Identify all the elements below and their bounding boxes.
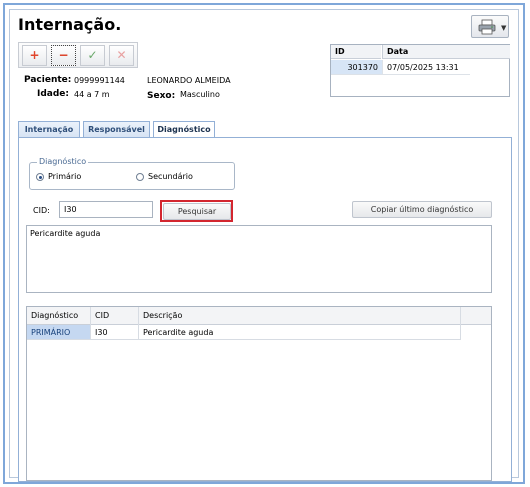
patient-id: 0999991144 [74, 76, 125, 85]
confirm-button[interactable]: ✓ [80, 45, 105, 66]
cell-cid[interactable]: I30 [91, 325, 139, 340]
description-textarea[interactable]: Pericardite aguda [26, 225, 492, 293]
radio-secundario[interactable] [136, 173, 144, 181]
grid-header-data[interactable]: Data [382, 45, 510, 59]
cell-descricao[interactable]: Pericardite aguda [139, 325, 461, 340]
record-date-cell[interactable]: 07/05/2025 13:31 [382, 60, 470, 75]
age-value: 44 a 7 m [74, 90, 110, 99]
radio-primario-label[interactable]: Primário [48, 172, 81, 181]
diagnosis-type-group: Diagnóstico Primário Secundário [29, 157, 235, 190]
admission-record-grid: ID Data 301370 07/05/2025 13:31 [330, 44, 510, 97]
tab-responsavel[interactable]: Responsável [83, 121, 150, 137]
diagnosis-table: Diagnóstico CID Descrição PRIMÁRIO I30 P… [26, 306, 492, 481]
cancel-button[interactable]: ✕ [109, 45, 134, 66]
cell-diagnostico[interactable]: PRIMÁRIO [27, 325, 91, 340]
tab-diagnostico[interactable]: Diagnóstico [153, 121, 215, 138]
remove-button[interactable]: − [51, 45, 76, 66]
group-legend: Diagnóstico [37, 157, 89, 166]
radio-secundario-label[interactable]: Secundário [148, 172, 193, 181]
col-header-diagnostico[interactable]: Diagnóstico [27, 307, 91, 325]
tab-internacao[interactable]: Internação [18, 121, 80, 137]
grid-header-id[interactable]: ID [331, 45, 381, 59]
cid-input[interactable]: I30 [59, 201, 153, 218]
page-title: Internação. [18, 15, 122, 34]
table-header-row: Diagnóstico CID Descrição [27, 307, 491, 325]
diagnostico-panel: Diagnóstico Primário Secundário CID: I30… [18, 137, 512, 482]
patient-label: Paciente: [24, 75, 72, 85]
col-header-cid[interactable]: CID [91, 307, 139, 325]
printer-icon [478, 19, 496, 35]
patient-name: LEONARDO ALMEIDA [147, 76, 231, 85]
col-header-descricao[interactable]: Descrição [139, 307, 461, 325]
cid-label: CID: [33, 206, 50, 215]
chevron-down-icon[interactable]: ▼ [501, 24, 506, 32]
copy-last-diagnosis-button[interactable]: Copiar último diagnóstico [352, 201, 492, 218]
admission-window: Internação. ▼ + − ✓ ✕ Paciente: 09999911… [3, 3, 525, 484]
record-toolbar: + − ✓ ✕ [18, 42, 138, 68]
window-content: Internação. ▼ + − ✓ ✕ Paciente: 09999911… [9, 9, 519, 482]
radio-primario[interactable] [36, 173, 44, 181]
table-row[interactable]: PRIMÁRIO I30 Pericardite aguda [27, 325, 491, 340]
record-id-cell[interactable]: 301370 [331, 60, 382, 75]
highlight-box [160, 200, 233, 222]
age-label: Idade: [37, 89, 70, 99]
print-button[interactable]: ▼ [471, 15, 509, 38]
sex-value: Masculino [180, 90, 220, 99]
sex-label: Sexo: [147, 91, 176, 101]
add-button[interactable]: + [22, 45, 47, 66]
